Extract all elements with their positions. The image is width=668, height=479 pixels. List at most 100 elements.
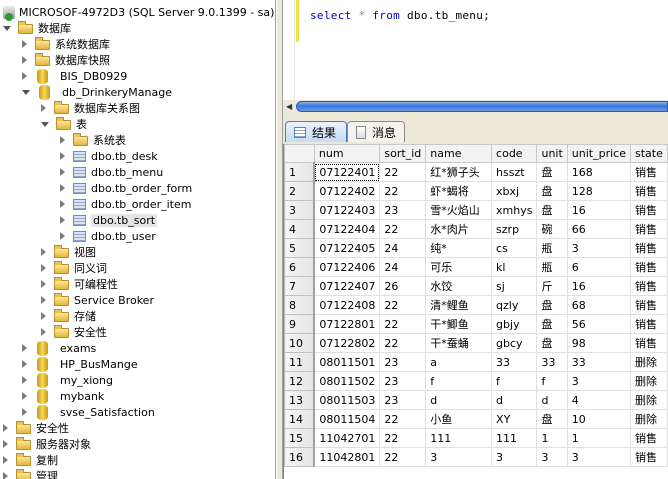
cell-unit_price[interactable]: 56 [566,314,632,334]
cell-num[interactable]: 07122402 [313,181,381,201]
scrollbar-thumb[interactable] [296,101,668,112]
cell-code[interactable]: kl [491,257,538,277]
expanded-arrow-icon[interactable] [22,89,30,95]
collapsed-arrow-icon[interactable] [3,424,8,432]
cell-code[interactable]: d [491,390,538,410]
cell-unit_price[interactable]: 33 [566,352,632,372]
cell-state[interactable]: 销售 [630,181,668,201]
tree-item[interactable]: HP_BusMange [22,356,138,372]
cell-name[interactable]: d [425,390,493,410]
cell-sort_id[interactable]: 24 [379,238,427,258]
table-row[interactable]: 9 07122801 22 干*鲫鱼 gbjy 盘 56 销售 [284,314,668,334]
tab-messages[interactable]: 消息 [347,121,405,142]
cell-unit[interactable]: 盘 [536,162,568,182]
column-header-state[interactable]: state [630,144,668,163]
table-row[interactable]: 10 07122802 22 干*蚕蛹 gbcy 盘 98 销售 [284,333,668,353]
cell-sort_id[interactable]: 22 [379,219,427,239]
collapsed-arrow-icon[interactable] [60,216,65,224]
cell-name[interactable]: 雪*火焰山 [425,200,493,220]
cell-state[interactable]: 删除 [630,409,668,429]
collapsed-arrow-icon[interactable] [60,152,65,160]
cell-name[interactable]: 水饺 [425,276,493,296]
tree-item[interactable]: 系统数据库 [22,36,110,52]
collapsed-arrow-icon[interactable] [60,184,65,192]
cell-code[interactable]: gbcy [491,333,538,353]
table-row[interactable]: 14 08011504 22 小鱼 XY 盘 10 删除 [284,409,668,429]
collapsed-arrow-icon[interactable] [41,280,46,288]
row-number[interactable]: 9 [284,314,316,334]
cell-unit_price[interactable]: 1 [566,428,632,448]
cell-state[interactable]: 销售 [630,428,668,448]
cell-unit[interactable]: d [536,390,568,410]
cell-unit_price[interactable]: 66 [566,219,632,239]
cell-state[interactable]: 删除 [630,371,668,391]
cell-sort_id[interactable]: 22 [379,314,427,334]
collapsed-arrow-icon[interactable] [41,328,46,336]
results-grid[interactable]: num sort_id name code unit unit_price state 1 07… [283,144,668,479]
column-header-unit_price[interactable]: unit_price [566,144,632,163]
tree-item[interactable]: dbo.tb_desk [60,148,158,164]
cell-code[interactable]: sj [491,276,538,296]
cell-state[interactable]: 销售 [630,257,668,277]
tree-item[interactable]: 数据库快照 [22,52,110,68]
cell-code[interactable]: 33 [491,352,538,372]
cell-state[interactable]: 销售 [630,200,668,220]
cell-unit[interactable]: 瓶 [536,238,568,258]
table-row[interactable]: 12 08011502 23 f f f 3 删除 [284,371,668,391]
table-row[interactable]: 7 07122407 26 水饺 sj 斤 16 销售 [284,276,668,296]
tree-item[interactable]: dbo.tb_order_item [60,196,191,212]
cell-state[interactable]: 删除 [630,352,668,372]
cell-unit_price[interactable]: 98 [566,333,632,353]
cell-unit[interactable]: 盘 [536,409,568,429]
cell-state[interactable]: 销售 [630,276,668,296]
cell-sort_id[interactable]: 23 [379,390,427,410]
cell-unit_price[interactable]: 10 [566,409,632,429]
tab-results[interactable]: 结果 [285,121,347,142]
collapsed-arrow-icon[interactable] [41,296,46,304]
collapsed-arrow-icon[interactable] [22,40,27,48]
cell-sort_id[interactable]: 23 [379,352,427,372]
tree-item[interactable]: 同义词 [41,260,107,276]
cell-num[interactable]: 07122403 [313,200,381,220]
cell-sort_id[interactable]: 22 [379,181,427,201]
cell-num[interactable]: 11042701 [313,428,381,448]
cell-num[interactable]: 08011504 [313,409,381,429]
cell-sort_id[interactable]: 23 [379,200,427,220]
collapsed-arrow-icon[interactable] [3,456,8,464]
cell-state[interactable]: 销售 [630,447,668,467]
cell-unit[interactable]: 斤 [536,276,568,296]
tree-item[interactable]: db_DrinkeryManage [22,84,172,100]
row-number[interactable]: 10 [284,333,316,353]
cell-sort_id[interactable]: 22 [379,409,427,429]
cell-name[interactable]: 干*鲫鱼 [425,314,493,334]
cell-num[interactable]: 07122406 [313,257,381,277]
cell-name[interactable]: 111 [425,428,493,448]
collapsed-arrow-icon[interactable] [22,408,27,416]
table-row[interactable]: 5 07122405 24 纯* cs 瓶 3 销售 [284,238,668,258]
column-header-sort_id[interactable]: sort_id [379,144,427,163]
tree-item[interactable]: dbo.tb_user [60,228,156,244]
tree-item[interactable]: dbo.tb_sort [60,212,158,228]
cell-unit[interactable]: 瓶 [536,257,568,277]
tree-item[interactable]: 存储 [41,308,96,324]
cell-code[interactable]: 3 [491,447,538,467]
table-row[interactable]: 16 11042801 22 3 3 3 3 销售 [284,447,668,467]
row-number[interactable]: 15 [284,428,316,448]
cell-state[interactable]: 销售 [630,333,668,353]
cell-name[interactable]: 3 [425,447,493,467]
cell-code[interactable]: xbxj [491,181,538,201]
cell-sort_id[interactable]: 22 [379,295,427,315]
cell-unit[interactable]: 1 [536,428,568,448]
cell-sort_id[interactable]: 24 [379,257,427,277]
collapsed-arrow-icon[interactable] [22,56,27,64]
cell-unit_price[interactable]: 3 [566,238,632,258]
row-number[interactable]: 16 [284,447,316,467]
row-number[interactable]: 5 [284,238,316,258]
cell-state[interactable]: 销售 [630,295,668,315]
cell-num[interactable]: 08011502 [313,371,381,391]
collapsed-arrow-icon[interactable] [3,440,8,448]
cell-name[interactable]: 纯* [425,238,493,258]
column-header-name[interactable]: name [425,144,493,163]
collapsed-arrow-icon[interactable] [22,376,27,384]
collapsed-arrow-icon[interactable] [3,472,8,479]
